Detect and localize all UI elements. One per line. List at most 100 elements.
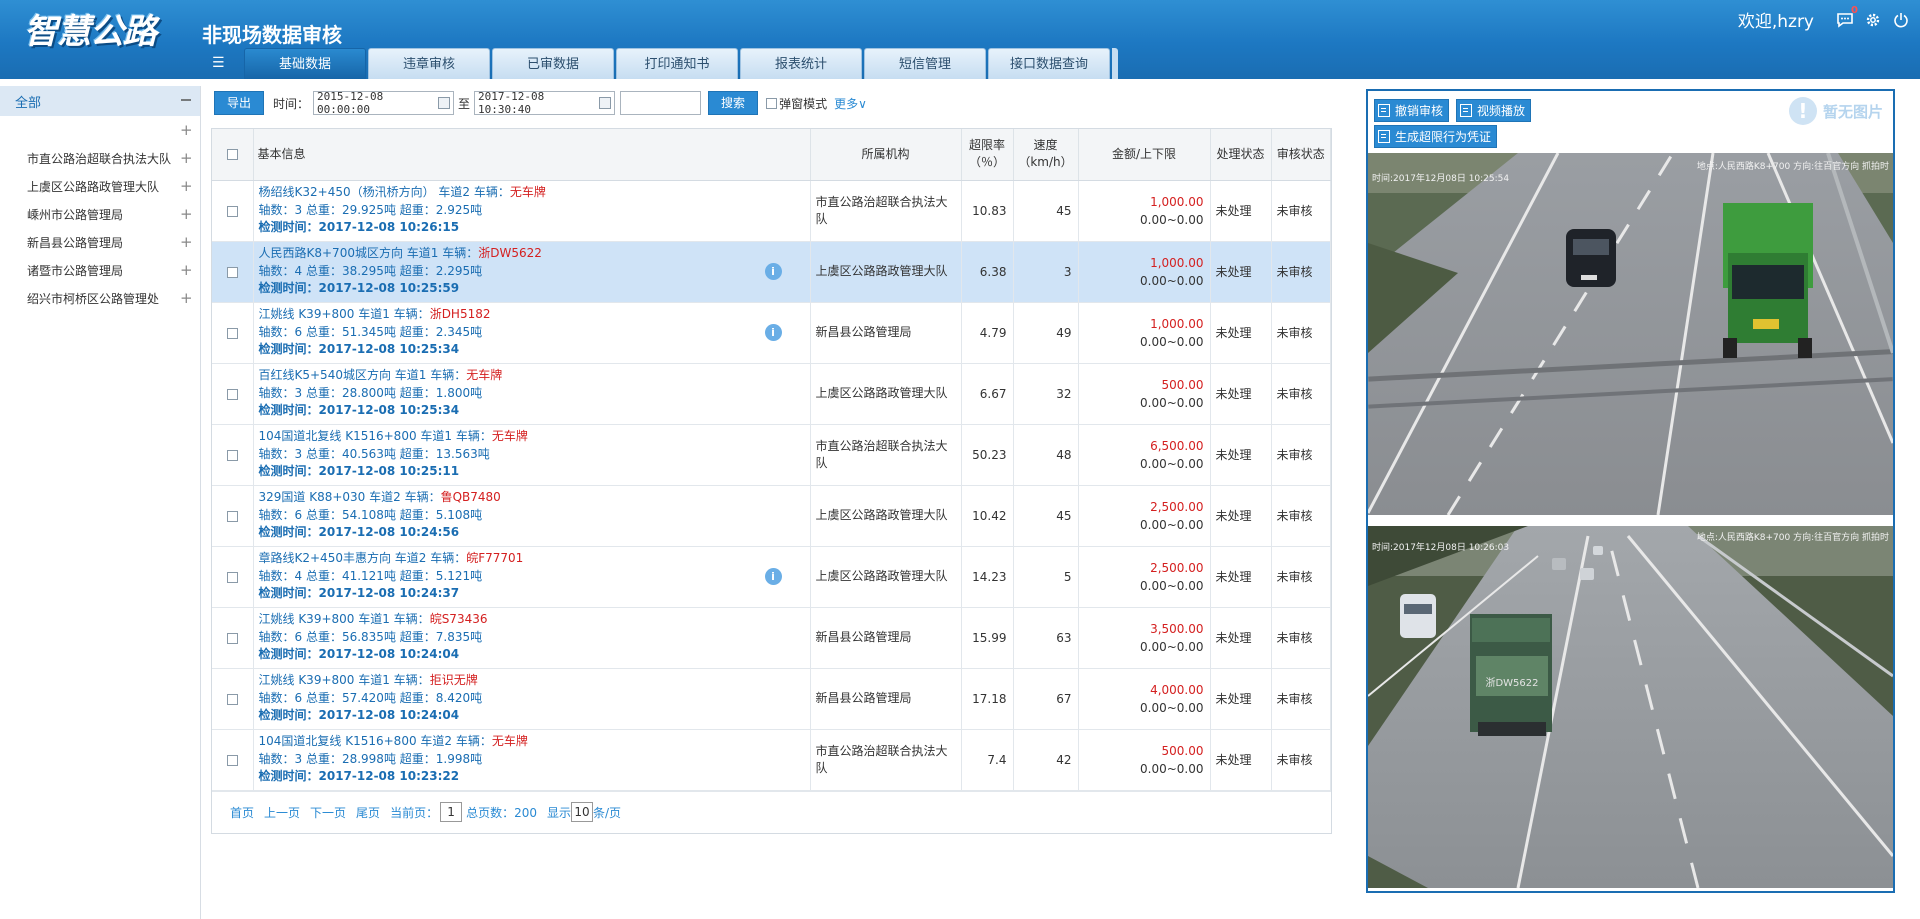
tree-item-org[interactable]: 绍兴市柯桥区公路管理处 +: [0, 284, 200, 312]
tree-blank-node[interactable]: +: [0, 116, 200, 144]
location-text[interactable]: 104国道北复线 K1516+800 车道1 车辆：: [259, 429, 492, 443]
tree-item-org[interactable]: 新昌县公路管理局 +: [0, 228, 200, 256]
tab-interface-query[interactable]: 接口数据查询: [988, 48, 1110, 79]
expand-icon[interactable]: +: [180, 263, 193, 278]
tree-item-org[interactable]: 市直公路治超联合执法大队 +: [0, 144, 200, 172]
table-row[interactable]: 104国道北复线 K1516+800 车道2 车辆：无车牌 轴数：3 总重：28.…: [212, 729, 1331, 791]
no-image-indicator: ! 暂无图片: [1788, 97, 1883, 125]
tree-root-label: 全部: [15, 95, 42, 111]
table-row[interactable]: 104国道北复线 K1516+800 车道1 车辆：无车牌 轴数：3 总重：40.…: [212, 424, 1331, 486]
tree-root-all[interactable]: 全部: [0, 86, 200, 116]
more-filters-link[interactable]: 更多∨: [834, 95, 867, 112]
gear-icon[interactable]: [1864, 11, 1882, 29]
row-checkbox[interactable]: [226, 388, 238, 400]
chat-icon[interactable]: 0: [1836, 5, 1858, 29]
keyword-search-input[interactable]: [620, 91, 702, 115]
location-line[interactable]: 江姚线 K39+800 车道1 车辆：拒识无牌: [259, 672, 810, 690]
tree-item-org[interactable]: 诸暨市公路管理局 +: [0, 256, 200, 284]
cancel-review-button[interactable]: 撤销审核: [1374, 99, 1450, 122]
location-line[interactable]: 人民西路K8+700城区方向 车道1 车辆：浙DW5622: [259, 245, 810, 263]
row-checkbox[interactable]: [226, 327, 238, 339]
info-icon[interactable]: i: [764, 263, 782, 281]
tab-basic-data[interactable]: 基础数据: [244, 48, 366, 79]
amount-cell: 6,500.00 0.00~0.00: [1078, 424, 1211, 486]
power-icon[interactable]: [1892, 11, 1910, 29]
page-size-input[interactable]: 10: [571, 802, 593, 822]
detect-time-line: 检测时间：2017-12-08 10:24:04: [258, 708, 460, 723]
capture-photo-2[interactable]: 浙DW5622 时间:2017年12月08日 10:26:03 地点:人民西路K…: [1368, 526, 1893, 888]
menu-toggle-icon[interactable]: ☰: [212, 56, 228, 70]
expand-icon[interactable]: +: [180, 235, 193, 250]
row-checkbox[interactable]: [226, 754, 238, 766]
fine-amount: 4,000.00: [1150, 682, 1204, 697]
process-status-cell: 未处理: [1210, 546, 1272, 608]
row-checkbox[interactable]: [226, 449, 238, 461]
tab-print-notice[interactable]: 打印通知书: [616, 48, 738, 79]
tab-reviewed-data[interactable]: 已审数据: [492, 48, 614, 79]
tree-item-org[interactable]: 嵊州市公路管理局 +: [0, 200, 200, 228]
select-all-checkbox[interactable]: [226, 148, 238, 160]
generate-evidence-button[interactable]: 生成超限行为凭证: [1374, 125, 1498, 148]
table-row[interactable]: 章路线K2+450丰惠方向 车道2 车辆：皖F77701 轴数：4 总重：41.1…: [212, 546, 1331, 608]
capture-photo-1[interactable]: 时间:2017年12月08日 10:25:54 地点:人民西路K8+700 方向…: [1368, 153, 1893, 515]
location-text[interactable]: 104国道北复线 K1516+800 车道2 车辆：: [259, 734, 492, 748]
location-text[interactable]: 杨绍线K32+450（杨汛桥方向） 车道2 车辆：: [259, 185, 510, 199]
row-checkbox[interactable]: [226, 266, 238, 278]
location-line[interactable]: 104国道北复线 K1516+800 车道2 车辆：无车牌: [259, 733, 810, 751]
prev-page-link[interactable]: 上一页: [264, 804, 300, 821]
location-text[interactable]: 百红线K5+540城区方向 车道1 车辆：: [259, 368, 467, 382]
expand-icon[interactable]: +: [180, 123, 193, 138]
info-icon[interactable]: i: [764, 568, 782, 586]
location-text[interactable]: 章路线K2+450丰惠方向 车道2 车辆：: [259, 551, 467, 565]
tree-item-org[interactable]: 上虞区公路路政管理大队 +: [0, 172, 200, 200]
next-page-link[interactable]: 下一页: [310, 804, 346, 821]
location-text[interactable]: 江姚线 K39+800 车道1 车辆：: [259, 673, 430, 687]
location-line[interactable]: 104国道北复线 K1516+800 车道1 车辆：无车牌: [259, 428, 810, 446]
location-text[interactable]: 江姚线 K39+800 车道1 车辆：: [259, 612, 430, 626]
expand-icon[interactable]: +: [180, 151, 193, 166]
expand-icon[interactable]: +: [180, 179, 193, 194]
location-text[interactable]: 江姚线 K39+800 车道1 车辆：: [259, 307, 430, 321]
table-row[interactable]: 人民西路K8+700城区方向 车道1 车辆：浙DW5622 轴数：4 总重：38.…: [212, 241, 1331, 303]
row-checkbox[interactable]: [226, 632, 238, 644]
row-checkbox[interactable]: [226, 205, 238, 217]
popup-mode-checkbox[interactable]: [766, 97, 778, 109]
amount-cell: 3,500.00 0.00~0.00: [1078, 607, 1211, 669]
location-text[interactable]: 人民西路K8+700城区方向 车道1 车辆：: [259, 246, 479, 260]
table-row[interactable]: 杨绍线K32+450（杨汛桥方向） 车道2 车辆：无车牌 轴数：3 总重：29.9…: [212, 180, 1331, 242]
table-row[interactable]: 329国道 K88+030 车道2 车辆：鲁QB7480 轴数：6 总重：54.1…: [212, 485, 1331, 547]
end-time-field[interactable]: 2017-12-08 10:30:40: [474, 90, 616, 116]
review-status-cell: 未审核: [1271, 302, 1331, 364]
location-text[interactable]: 329国道 K88+030 车道2 车辆：: [259, 490, 441, 504]
current-page-input[interactable]: 1: [440, 802, 463, 822]
start-time-field[interactable]: 2015-12-08 00:00:00: [313, 90, 455, 116]
tab-violation-review[interactable]: 违章审核: [368, 48, 490, 79]
video-play-button[interactable]: 视频播放: [1456, 99, 1532, 122]
search-button[interactable]: 搜索: [708, 91, 759, 115]
first-page-link[interactable]: 首页: [230, 804, 254, 821]
calendar-icon[interactable]: [438, 97, 451, 109]
expand-icon[interactable]: +: [180, 207, 193, 222]
tab-sms-management[interactable]: 短信管理: [864, 48, 986, 79]
calendar-icon[interactable]: [599, 97, 612, 109]
info-icon[interactable]: i: [764, 324, 782, 342]
to-label: 至: [458, 96, 471, 111]
location-line[interactable]: 329国道 K88+030 车道2 车辆：鲁QB7480: [259, 489, 810, 507]
export-button[interactable]: 导出: [214, 91, 265, 115]
location-line[interactable]: 江姚线 K39+800 车道1 车辆：皖S73436: [259, 611, 810, 629]
location-line[interactable]: 章路线K2+450丰惠方向 车道2 车辆：皖F77701: [259, 550, 810, 568]
last-page-link[interactable]: 尾页: [356, 804, 380, 821]
row-checkbox[interactable]: [226, 510, 238, 522]
location-line[interactable]: 杨绍线K32+450（杨汛桥方向） 车道2 车辆：无车牌: [259, 184, 810, 202]
tab-report-stats[interactable]: 报表统计: [740, 48, 862, 79]
table-row[interactable]: 江姚线 K39+800 车道1 车辆：拒识无牌 轴数：6 总重：57.420吨 超…: [212, 668, 1331, 730]
location-line[interactable]: 江姚线 K39+800 车道1 车辆：浙DH5182: [259, 306, 810, 324]
table-row[interactable]: 百红线K5+540城区方向 车道1 车辆：无车牌 轴数：3 总重：28.800吨 …: [212, 363, 1331, 425]
row-checkbox[interactable]: [226, 693, 238, 705]
location-line[interactable]: 百红线K5+540城区方向 车道1 车辆：无车牌: [259, 367, 810, 385]
table-row[interactable]: 江姚线 K39+800 车道1 车辆：浙DH5182 轴数：6 总重：51.345…: [212, 302, 1331, 364]
row-checkbox[interactable]: [226, 571, 238, 583]
table-row[interactable]: 江姚线 K39+800 车道1 车辆：皖S73436 轴数：6 总重：56.835…: [212, 607, 1331, 669]
expand-icon[interactable]: +: [180, 291, 193, 306]
collapse-icon[interactable]: [180, 94, 192, 106]
